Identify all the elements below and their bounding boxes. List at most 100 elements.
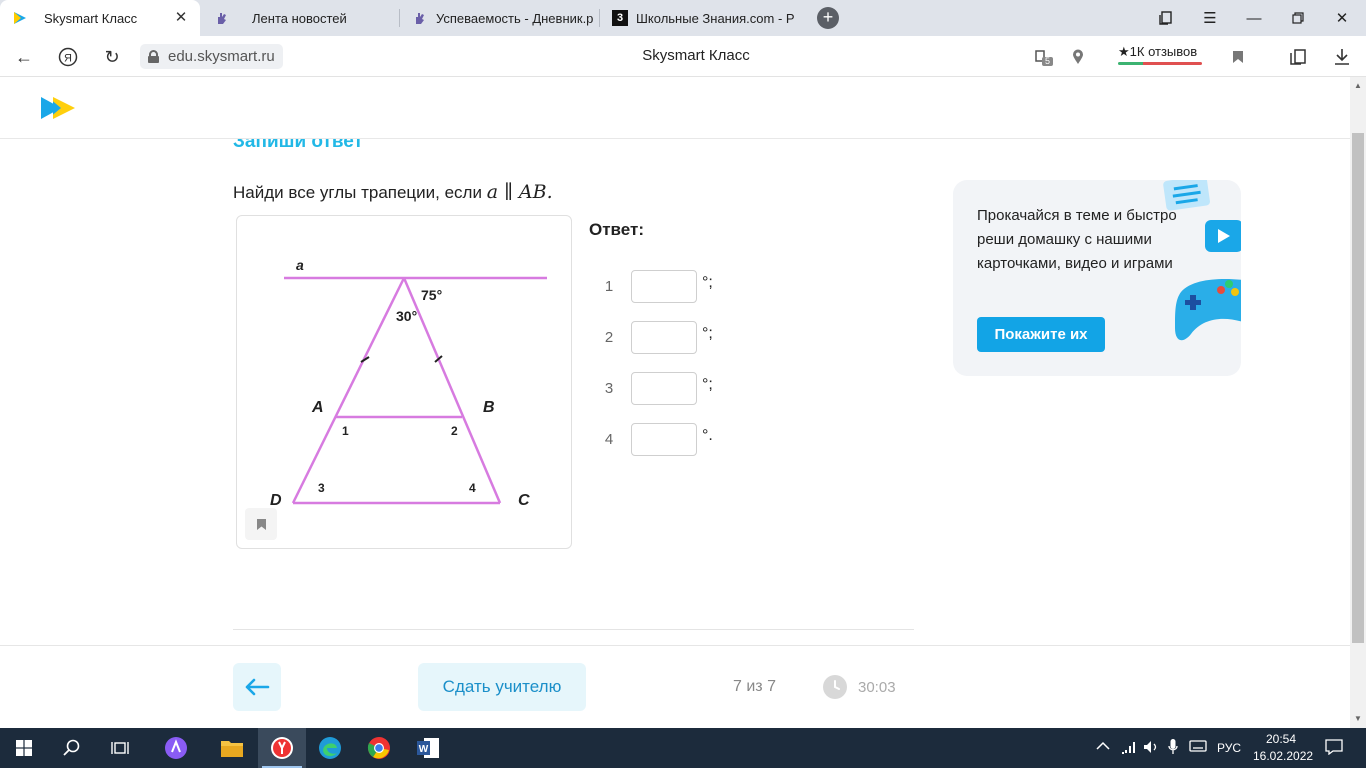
vertex-label-d: D: [270, 492, 282, 509]
restore-window-icon[interactable]: [1276, 0, 1320, 36]
scroll-down-icon[interactable]: ▼: [1352, 713, 1364, 725]
svg-text:W: W: [419, 744, 429, 755]
close-tab-icon[interactable]: ✕: [172, 9, 190, 27]
trapezoid-diagram: a 75° 30° A B D C 1 2 3 4: [270, 257, 547, 509]
hand-favicon-icon: [412, 10, 428, 26]
network-icon[interactable]: [1121, 740, 1137, 757]
microphone-icon[interactable]: [1168, 739, 1178, 758]
video-play-icon: [1205, 220, 1241, 252]
promo-text: Прокачайся в теме и быстро реши домашку …: [977, 207, 1177, 272]
gamepad-icon: [1175, 279, 1241, 341]
tray-chevron-icon[interactable]: [1096, 740, 1110, 754]
angle-label-75: 75°: [421, 287, 442, 303]
answer-number: 3: [604, 380, 614, 397]
hand-favicon-icon: [214, 10, 230, 26]
scrollbar-thumb[interactable]: [1352, 133, 1364, 643]
degree-suffix: °;: [702, 274, 713, 291]
degree-suffix: °;: [702, 325, 713, 342]
reviews-rating-bar: [1118, 62, 1202, 65]
trapezoid-figure: a 75° 30° A B D C 1 2 3 4: [236, 215, 572, 549]
location-pin-icon[interactable]: [1066, 45, 1090, 69]
search-icon[interactable]: [48, 728, 96, 768]
task-question: Найди все углы трапеции, если a ∥ AB.: [233, 181, 553, 203]
clock-icon: [823, 675, 847, 699]
side-right: [402, 277, 502, 504]
chrome-icon[interactable]: [355, 728, 403, 768]
word-icon[interactable]: W: [404, 728, 452, 768]
windows-start-icon[interactable]: [0, 728, 48, 768]
answer-number: 2: [604, 329, 614, 346]
task-view-icon[interactable]: [96, 728, 144, 768]
collections-icon[interactable]: [1286, 45, 1310, 69]
tabs-collection-icon[interactable]: [1144, 0, 1188, 36]
volume-icon[interactable]: [1143, 740, 1159, 757]
menu-icon[interactable]: ☰: [1188, 0, 1232, 36]
tab-title: Школьные Знания.com - Р: [636, 10, 795, 26]
answer-row-1: 1 °;: [600, 270, 740, 304]
show-them-button[interactable]: Покажите их: [977, 317, 1105, 352]
bookmark-icon[interactable]: [1226, 45, 1250, 69]
bookmark-icon: [256, 518, 266, 530]
file-explorer-icon[interactable]: [208, 728, 256, 768]
answer-number: 1: [604, 278, 614, 295]
question-math: a ∥ AB.: [486, 181, 553, 203]
answer-label: Ответ:: [589, 220, 644, 239]
download-icon[interactable]: [1330, 45, 1354, 69]
tab-dnevnik[interactable]: Успеваемость - Дневник.р: [400, 0, 600, 36]
skysmart-logo-icon[interactable]: [41, 97, 75, 124]
angle-label-4: 4: [469, 481, 476, 495]
answer-input-4[interactable]: [631, 423, 697, 456]
keyboard-icon[interactable]: [1189, 739, 1207, 756]
task-timer: 30:03: [858, 679, 896, 696]
answer-input-3[interactable]: [631, 372, 697, 405]
windows-taskbar: W РУС 20:54 16.02.2022: [0, 728, 1366, 768]
angle-label-3: 3: [318, 481, 325, 495]
notes-card-icon: [1163, 180, 1210, 211]
angle-label-2: 2: [451, 424, 458, 438]
yandex-browser-icon[interactable]: [258, 728, 306, 768]
tab-title: Skysmart Класс: [44, 10, 138, 26]
previous-task-button[interactable]: [233, 663, 281, 711]
task-footer: Сдать учителю 7 из 7 30:03: [0, 645, 1350, 728]
answer-row-4: 4 °.: [600, 423, 740, 457]
side-dc-left: [291, 277, 406, 504]
answer-number: 4: [604, 431, 614, 448]
alice-icon[interactable]: [152, 728, 200, 768]
new-tab-button[interactable]: +: [817, 7, 839, 29]
extensions-badge: 5: [1045, 56, 1051, 66]
tab-title: Лента новостей: [252, 10, 347, 26]
minimize-window-icon[interactable]: —: [1232, 0, 1276, 36]
site-header: [0, 77, 1350, 139]
tab-news[interactable]: Лента новостей: [200, 0, 400, 36]
submit-to-teacher-button[interactable]: Сдать учителю: [418, 663, 586, 711]
answer-input-1[interactable]: [631, 270, 697, 303]
notifications-icon[interactable]: [1325, 739, 1343, 758]
close-window-icon[interactable]: ✕: [1320, 0, 1364, 36]
clock-date[interactable]: 16.02.2022: [1253, 749, 1313, 763]
angle-label-1: 1: [342, 424, 349, 438]
edge-icon[interactable]: [306, 728, 354, 768]
answer-input-2[interactable]: [631, 321, 697, 354]
angle-label-30: 30°: [396, 308, 417, 324]
znaniya-favicon-icon: 3: [612, 10, 628, 26]
question-text: Найди все углы трапеции, если: [233, 183, 487, 202]
degree-suffix: °;: [702, 376, 713, 393]
answer-row-3: 3 °;: [600, 372, 740, 406]
language-indicator[interactable]: РУС: [1217, 741, 1241, 755]
promo-card: Прокачайся в теме и быстро реши домашку …: [953, 180, 1241, 376]
tab-skysmart[interactable]: Skysmart Класс ✕: [0, 0, 200, 36]
extensions-icon[interactable]: 5: [1032, 45, 1056, 69]
vertex-label-b: B: [483, 399, 495, 416]
clock-time[interactable]: 20:54: [1266, 732, 1296, 746]
address-bar: ← Я ↻ edu.skysmart.ru Skysmart Класс 5 ★…: [0, 36, 1366, 77]
task-progress: 7 из 7: [733, 678, 776, 695]
bookmark-button[interactable]: [245, 508, 277, 540]
content-divider: [233, 629, 914, 630]
scroll-up-icon[interactable]: ▲: [1352, 80, 1364, 92]
reviews-label[interactable]: ★1К отзывов: [1118, 44, 1197, 63]
degree-suffix: °.: [702, 427, 713, 444]
tab-znaniya[interactable]: 3 Школьные Знания.com - Р: [600, 0, 800, 36]
answer-row-2: 2 °;: [600, 321, 740, 355]
tab-title: Успеваемость - Дневник.р: [436, 10, 594, 26]
task-content: Запиши ответ Найди все углы трапеции, ес…: [0, 77, 1350, 645]
